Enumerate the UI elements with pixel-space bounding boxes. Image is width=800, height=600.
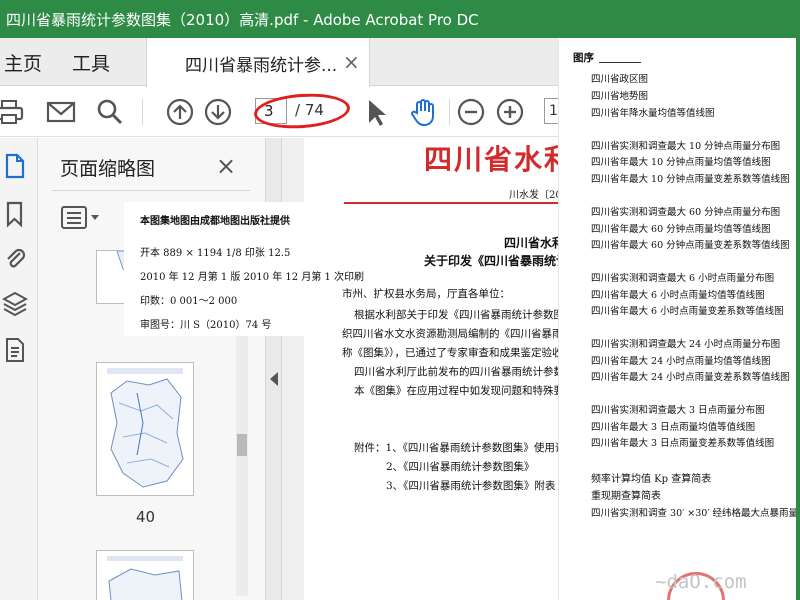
window-edge (796, 38, 800, 600)
header-rule (344, 202, 560, 204)
copyright-line: 2010 年 12 月第 1 版 2010 年 12 月第 1 次印刷 (140, 272, 365, 283)
copyright-overlay: 本图集地图由成都地图出版社提供 开本 889 × 1194 1/8 印张 12.… (124, 202, 364, 336)
toc-item: 四川省年最大 24 小时点雨量均值等值线图 (591, 356, 771, 367)
tab-bar: 主页 工具 四川省暴雨统计参... × (0, 38, 560, 87)
window-title: 四川省暴雨统计参数图集（2010）高清.pdf - Adobe Acrobat … (6, 11, 479, 29)
toc-heading: 图序 (573, 52, 594, 64)
toc-item: 四川省实测和调查最大 6 小时点雨量分布图 (591, 273, 775, 284)
thumbnail-options-icon[interactable] (60, 204, 104, 232)
document-line: 四川省水利 (504, 236, 560, 250)
document-properties-icon[interactable] (2, 336, 28, 364)
thumbnail-panel-title: 页面缩略图 (60, 158, 156, 180)
close-icon[interactable]: × (216, 152, 236, 180)
document-reference: 川水发〔201 (509, 190, 560, 201)
toc-item: 四川省实测和调查最大 60 分钟点雨量分布图 (591, 207, 781, 218)
toolbar-separator (142, 99, 143, 125)
document-line: 根据水利部关于印发《四川省暴雨统计参数图集》 (354, 309, 560, 321)
watermark: ~daO.com (655, 571, 747, 593)
toc-item: 四川省年最大 6 小时点雨量均值等值线图 (591, 290, 765, 301)
toc-item: 四川省政区图 (591, 74, 649, 85)
panel-divider (52, 190, 250, 191)
copyright-line: 印数：0 001～2 000 (140, 296, 238, 307)
search-icon[interactable] (94, 96, 126, 128)
page-thumbnail[interactable] (96, 550, 194, 600)
toc-underline (599, 62, 641, 63)
bookmark-icon[interactable] (2, 200, 28, 228)
attachment-icon[interactable] (2, 244, 28, 272)
document-line: 2、《四川省暴雨统计参数图集》 (386, 461, 535, 473)
tab-close-icon[interactable]: × (343, 50, 360, 74)
map-thumbnail-image (107, 368, 184, 488)
document-line: 本《图集》在应用过程中如发现问题和特殊要求， (354, 385, 560, 397)
copyright-line: 审图号：川 S（2010）74 号 (140, 320, 272, 331)
document-line: 四川省水利厅此前发布的四川省暴雨统计参数等 (354, 366, 560, 378)
tab-home[interactable]: 主页 (4, 49, 42, 76)
document-page: 四川省水利 川水发〔201 四川省水利 关于印发《四川省暴雨统计 市州、扩权县水… (304, 138, 560, 600)
collapse-arrow-icon[interactable] (270, 372, 278, 386)
document-line: 3、《四川省暴雨统计参数图集》附表 (386, 480, 556, 492)
page-thumbnail[interactable] (96, 362, 194, 496)
toc-item: 四川省实测和调查 30′ ×30′ 经纬格最大点暴雨量 (591, 508, 799, 519)
page-thumbnails-icon[interactable] (2, 152, 28, 180)
scrollbar-thumb[interactable] (237, 434, 247, 456)
toc-item: 四川省年最大 10 分钟点雨量均值等值线图 (591, 157, 771, 168)
select-cursor-icon[interactable] (360, 96, 392, 128)
toc-page: 图序 四川省政区图 四川省地势图 四川省年降水量均值等值线图 四川省实测和调查最… (558, 38, 800, 600)
page-down-icon[interactable] (202, 96, 234, 128)
layers-icon[interactable] (2, 290, 28, 318)
document-line: 称《图集》），已通过了专家审查和成果鉴定验收，现 (342, 347, 560, 359)
toc-item: 频率计算均值 Kp 查算简表 (591, 474, 712, 485)
toc-item: 四川省地势图 (591, 91, 649, 102)
hand-icon[interactable] (407, 96, 439, 128)
copyright-line: 开本 889 × 1194 1/8 印张 12.5 (140, 248, 291, 259)
toolbar-separator (449, 99, 450, 125)
toc-item: 重现期查算简表 (591, 491, 661, 502)
print-icon[interactable] (0, 96, 26, 128)
navigation-rail (0, 138, 38, 600)
toc-item: 四川省年最大 24 小时点雨量变差系数等值线图 (591, 372, 790, 383)
mail-icon[interactable] (45, 96, 77, 128)
document-line: 关于印发《四川省暴雨统计 (424, 254, 560, 268)
zoom-out-icon[interactable] (455, 96, 487, 128)
toc-item: 四川省年降水量均值等值线图 (591, 108, 715, 119)
document-header: 四川省水利 (424, 143, 560, 176)
document-line: 织四川省水文水资源勘测局编制的《四川省暴雨统计 (342, 328, 560, 340)
tab-tools[interactable]: 工具 (72, 49, 110, 76)
copyright-line: 本图集地图由成都地图出版社提供 (140, 216, 290, 227)
map-thumbnail-image (107, 556, 183, 600)
zoom-in-icon[interactable] (494, 96, 526, 128)
toc-item: 四川省年最大 10 分钟点雨量变差系数等值线图 (591, 174, 790, 185)
toc-item: 四川省年最大 60 分钟点雨量均值等值线图 (591, 224, 771, 235)
thumbnail-page-number: 40 (136, 508, 156, 526)
toc-item: 四川省实测和调查最大 10 分钟点雨量分布图 (591, 141, 781, 152)
toc-item: 四川省年最大 6 小时点雨量变差系数等值线图 (591, 306, 784, 317)
page-up-icon[interactable] (164, 96, 196, 128)
toc-item: 四川省实测和调查最大 3 日点雨量分布图 (591, 405, 765, 416)
window-titlebar: 四川省暴雨统计参数图集（2010）高清.pdf - Adobe Acrobat … (0, 0, 800, 38)
toc-item: 四川省年最大 3 日点雨量均值等值线图 (591, 422, 756, 433)
tab-document-label: 四川省暴雨统计参... (185, 56, 338, 76)
document-line: 市州、扩权县水务局，厅直各单位： (342, 288, 510, 300)
toc-item: 四川省年最大 3 日点雨量变差系数等值线图 (591, 438, 775, 449)
document-line: 附件：1、《四川省暴雨统计参数图集》使用说明 (354, 442, 560, 454)
tab-document[interactable]: 四川省暴雨统计参... × (146, 38, 370, 87)
toc-item: 四川省年最大 60 分钟点雨量变差系数等值线图 (591, 240, 790, 251)
toc-item: 四川省实测和调查最大 24 小时点雨量分布图 (591, 339, 781, 350)
